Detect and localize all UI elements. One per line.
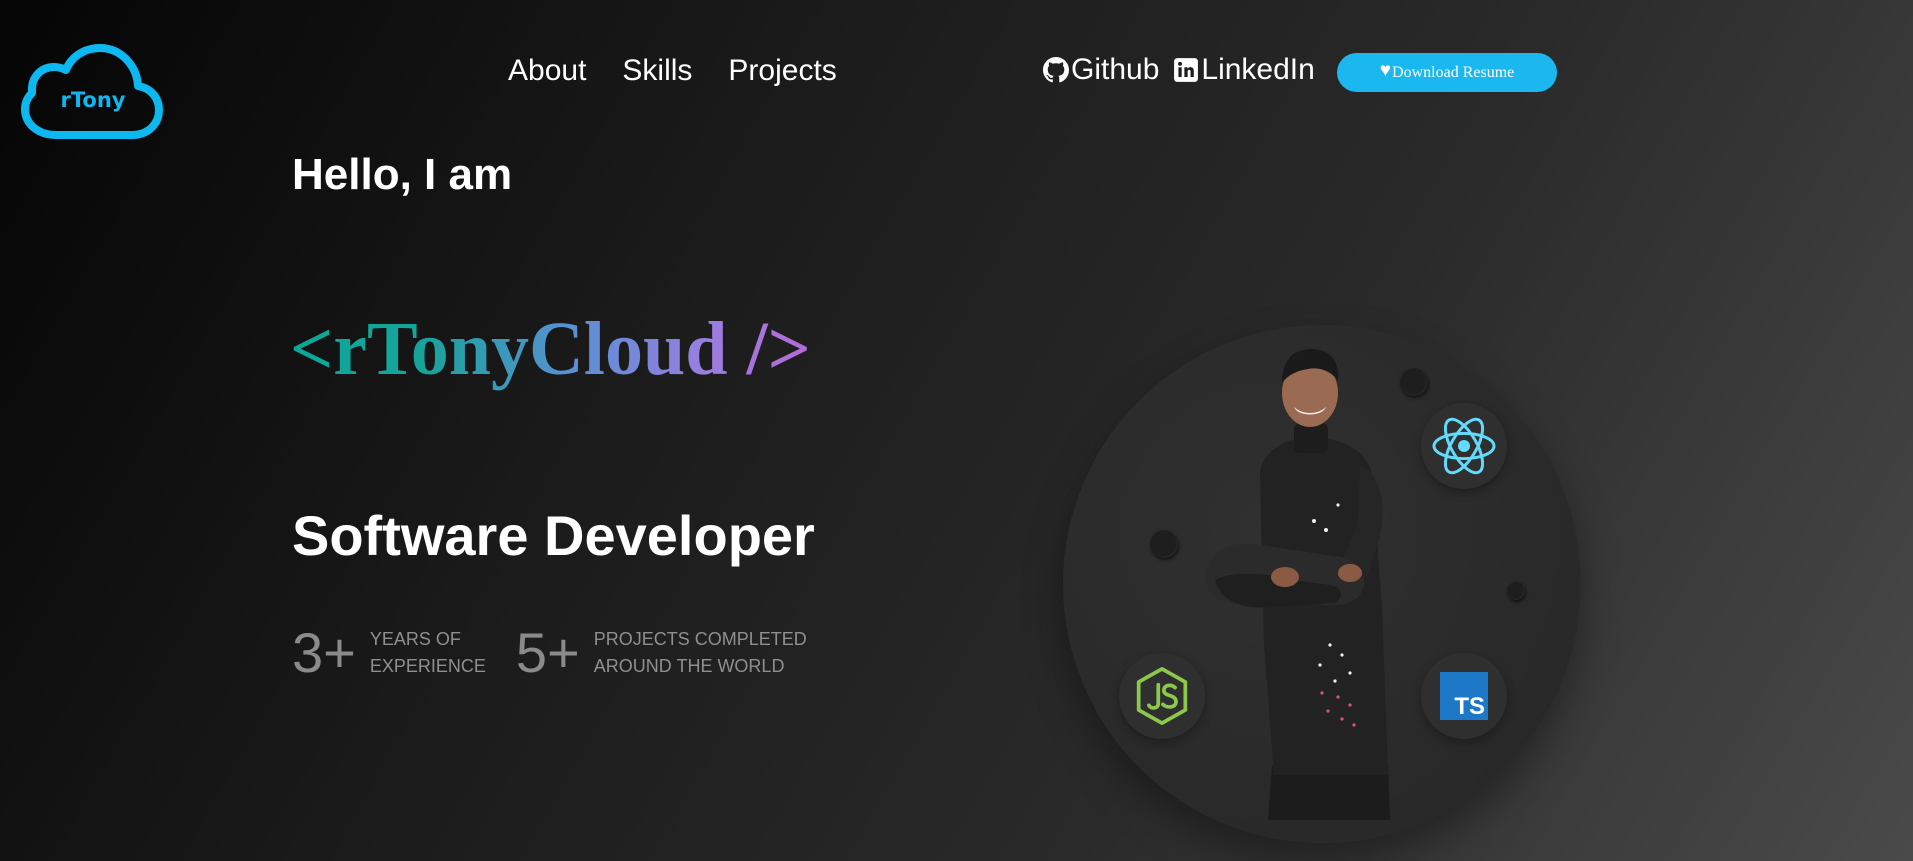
decorative-dot: [1150, 530, 1178, 558]
nodejs-icon: [1136, 667, 1188, 725]
typescript-label: TS: [1454, 693, 1485, 720]
role-title: Software Developer: [292, 504, 815, 567]
stat-number: 3+: [292, 621, 356, 684]
react-icon: [1432, 417, 1496, 475]
github-link[interactable]: Github: [1043, 53, 1159, 87]
linkedin-icon: [1173, 57, 1199, 83]
linkedin-link[interactable]: LinkedIn: [1173, 53, 1315, 87]
github-label: Github: [1071, 53, 1160, 86]
stat-label: PROJECTS COMPLETED AROUND THE WORLD: [594, 626, 807, 680]
stat-label: YEARS OF EXPERIENCE: [370, 626, 486, 680]
download-resume-button[interactable]: ♥ Download Resume: [1337, 53, 1557, 92]
stat-label-line: PROJECTS COMPLETED: [593, 629, 807, 649]
stat-label-line: AROUND THE WORLD: [593, 656, 785, 676]
nav-skills[interactable]: Skills: [622, 54, 692, 88]
brand-name: <rTonyCloud />: [290, 307, 811, 391]
github-icon: [1043, 57, 1069, 83]
nav-projects[interactable]: Projects: [728, 54, 836, 88]
stat-label-line: YEARS OF: [369, 629, 461, 649]
main-nav: About Skills Projects: [508, 54, 837, 88]
linkedin-label: LinkedIn: [1201, 53, 1315, 86]
logo[interactable]: rTony: [20, 42, 166, 142]
nav-about[interactable]: About: [508, 54, 586, 88]
stat-experience: 3+ YEARS OF EXPERIENCE: [292, 625, 486, 681]
typescript-badge: TS: [1421, 653, 1507, 739]
stat-projects: 5+ PROJECTS COMPLETED AROUND THE WORLD: [516, 625, 807, 681]
download-resume-label: Download Resume: [1392, 63, 1515, 81]
decorative-dot: [1507, 582, 1525, 600]
profile-photo: [1205, 349, 1390, 820]
heart-icon: ♥: [1379, 59, 1392, 81]
logo-text: rTony: [60, 88, 126, 112]
stat-label-line: EXPERIENCE: [369, 656, 486, 676]
typescript-icon: TS: [1440, 672, 1488, 720]
social-links: Github LinkedIn: [1043, 53, 1329, 87]
nodejs-badge: [1119, 653, 1205, 739]
greeting: Hello, I am: [292, 150, 513, 199]
stats: 3+ YEARS OF EXPERIENCE 5+ PROJECTS COMPL…: [292, 625, 837, 681]
react-badge: [1421, 403, 1507, 489]
stat-number: 5+: [515, 621, 580, 684]
